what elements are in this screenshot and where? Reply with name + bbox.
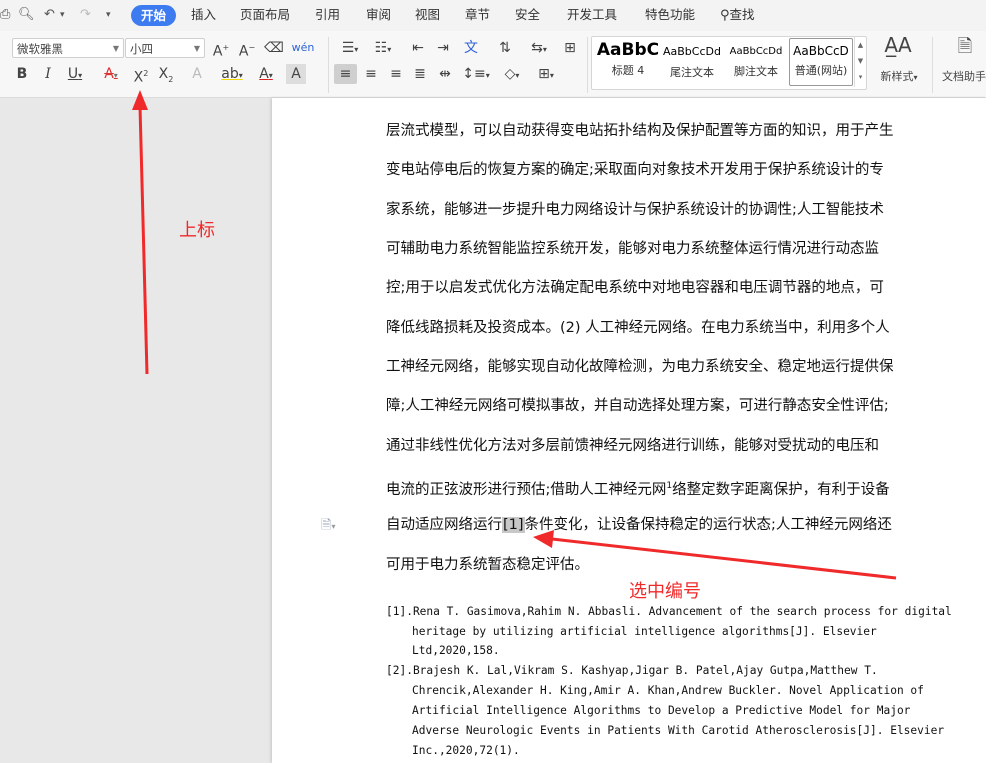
annotation-arrow-select bbox=[551, 537, 897, 580]
annotation-layer bbox=[132, 90, 897, 580]
annotation-arrowhead bbox=[132, 90, 148, 110]
annotation-superscript-label: 上标 bbox=[179, 220, 215, 241]
annotation-arrow-superscript bbox=[138, 105, 149, 375]
annotation-arrowhead bbox=[533, 530, 554, 548]
annotation-select-number-label: 选中编号 bbox=[629, 581, 701, 602]
